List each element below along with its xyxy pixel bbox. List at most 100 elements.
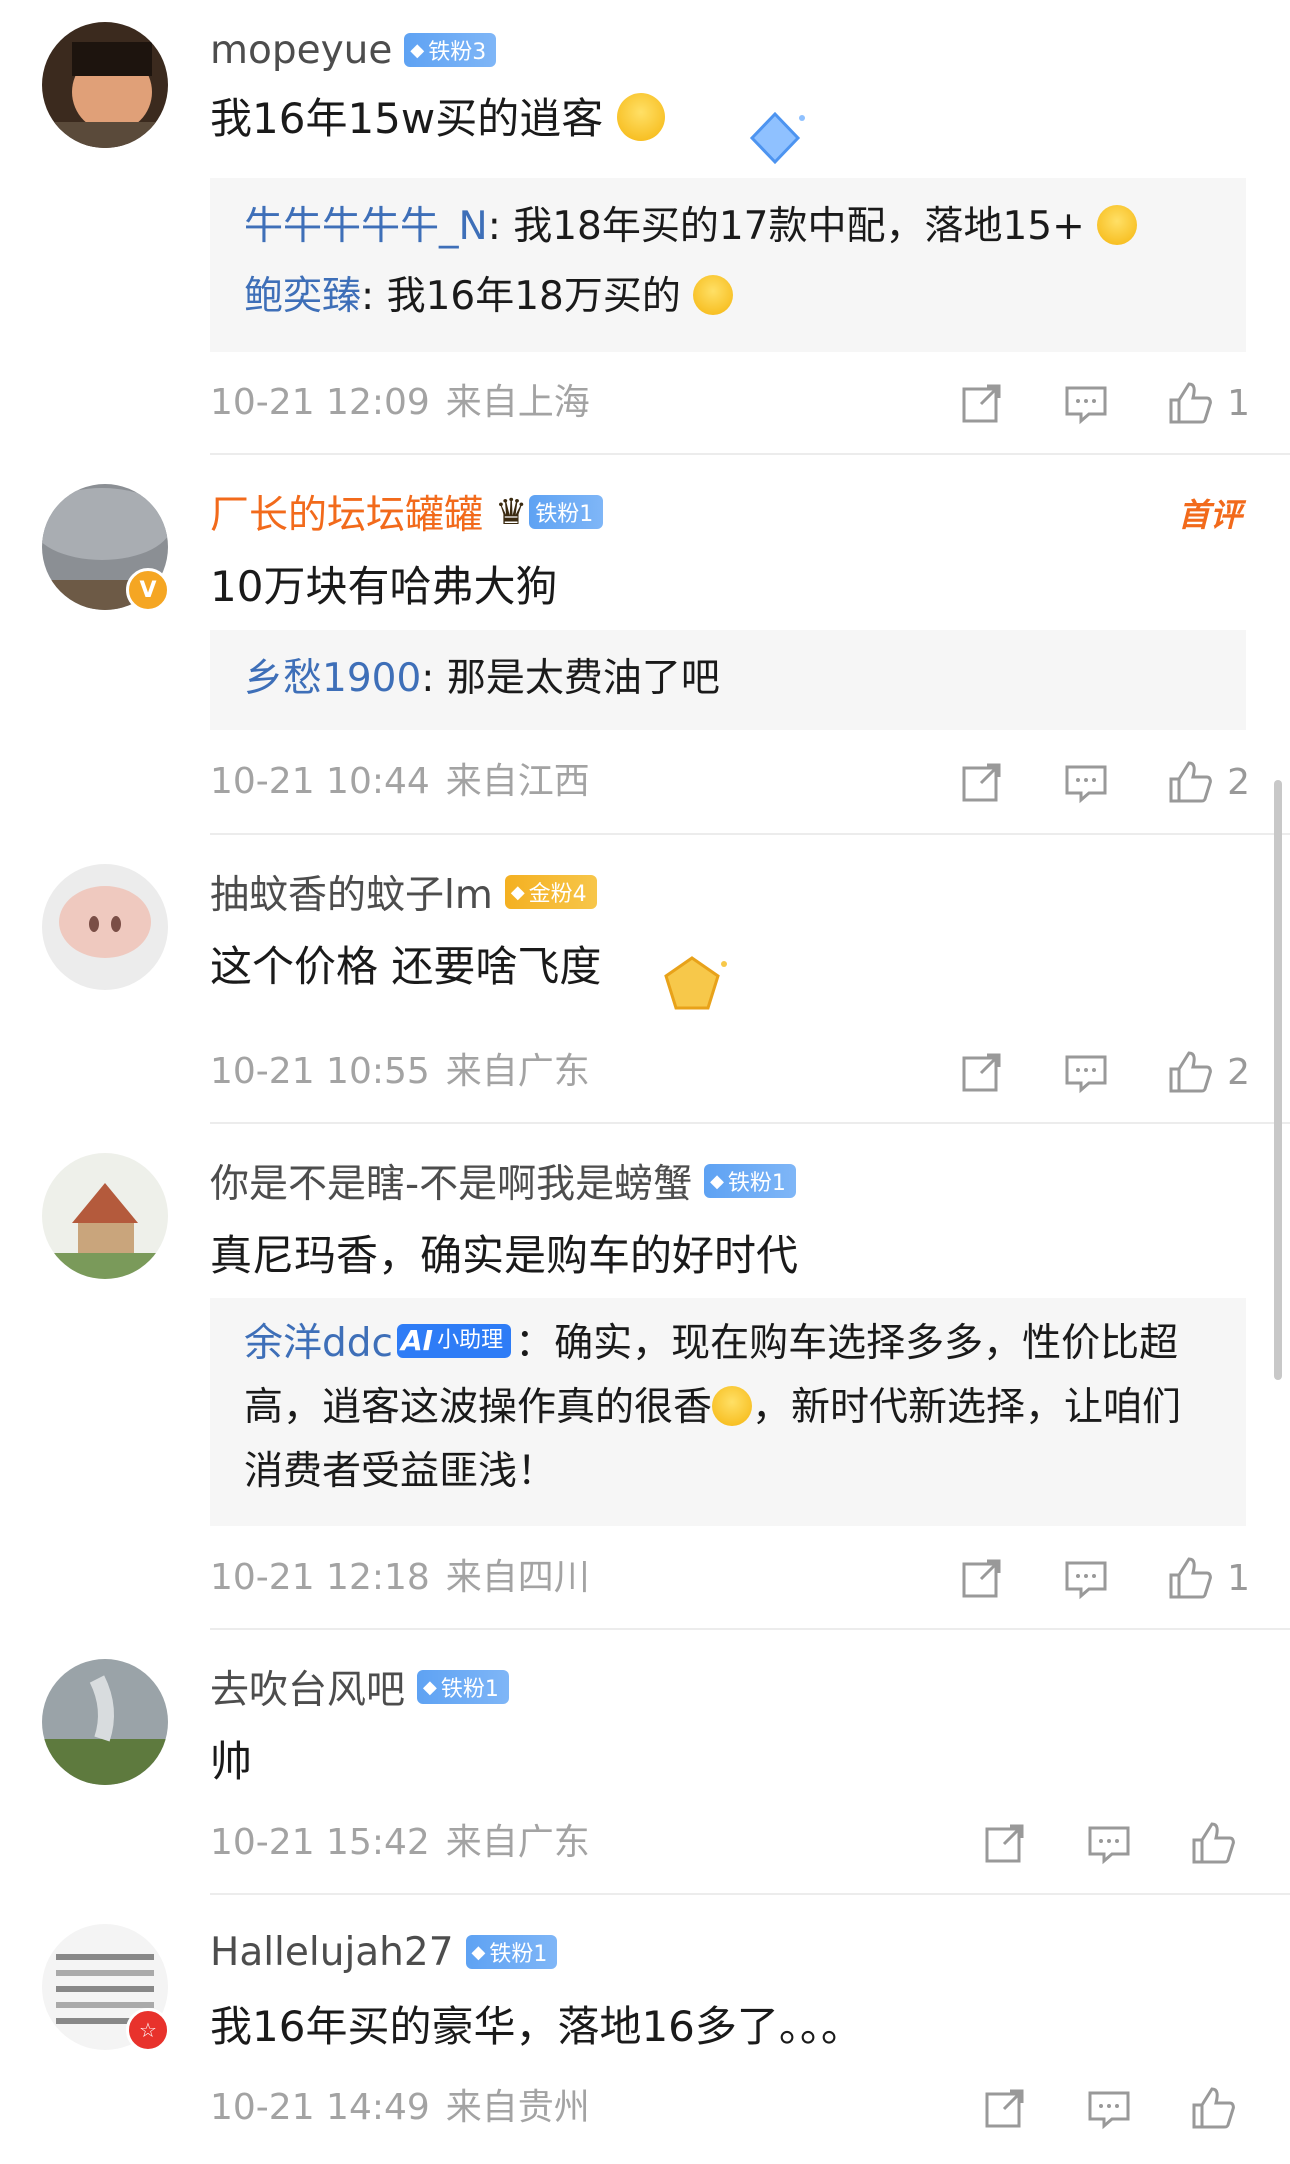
reply-username[interactable]: 乡愁1900	[244, 656, 421, 701]
like-icon	[1169, 382, 1212, 424]
reply-item[interactable]: 乡愁1900: 那是太费油了吧	[244, 644, 1212, 714]
share-button[interactable]	[982, 2085, 1028, 2131]
comment-meta: 10-21 12:09 来自上海	[210, 378, 590, 428]
badge-label: 铁粉3	[428, 40, 487, 65]
avatar[interactable]	[42, 22, 168, 148]
action-bar: 2	[901, 1047, 1250, 1097]
avatar[interactable]: ☆	[42, 1924, 170, 2052]
comment-icon	[1065, 386, 1107, 425]
like-button[interactable]: 1	[1167, 1555, 1250, 1601]
star-badge-icon: ☆	[126, 2008, 170, 2052]
avatar-image	[42, 864, 168, 990]
divider	[210, 833, 1290, 835]
like-button[interactable]	[1190, 1820, 1250, 1866]
comment-meta: 10-21 14:49 来自贵州	[210, 2083, 590, 2133]
comment-text: 我16年15w买的逍客	[210, 85, 665, 146]
fan-badge: ◆ 铁粉1	[417, 1670, 509, 1704]
reply-item[interactable]: 余洋ddc AI 小助理 ：确实，现在购车选择多多，性价比超高，逍客这波操作真的很香，…	[244, 1312, 1212, 1504]
reply-box[interactable]: 牛牛牛牛牛_N: 我18年买的17款中配，落地15+ 鲍奕臻: 我16年18万买…	[210, 178, 1246, 352]
like-icon	[1169, 1557, 1212, 1599]
reply-username[interactable]: 牛牛牛牛牛_N	[244, 204, 488, 249]
reply-item[interactable]: 牛牛牛牛牛_N: 我18年买的17款中配，落地15+	[244, 192, 1212, 262]
divider	[210, 1122, 1290, 1124]
name-row: 你是不是瞎-不是啊我是螃蟹 ◆ 铁粉1	[210, 1151, 796, 1211]
fan-badge: ◆ 金粉4	[504, 875, 597, 909]
ai-tag-label: 小助理	[437, 1328, 504, 1353]
comment-button[interactable]	[1063, 1555, 1109, 1601]
reply-username[interactable]: 余洋ddc	[244, 1321, 393, 1366]
reply-item[interactable]: 鲍奕臻: 我16年18万买的	[244, 262, 1212, 332]
share-icon	[962, 384, 1001, 423]
diamond-icon: ◆	[423, 1676, 437, 1698]
username[interactable]: mopeyue	[210, 28, 392, 73]
reply-text: 我18年买的17款中配，落地15+	[513, 204, 1085, 249]
comment-body: 真尼玛香，确实是购车的好时代	[210, 1231, 799, 1280]
comment-meta: 10-21 10:55 来自广东	[210, 1047, 590, 1097]
username[interactable]: Hallelujah27	[210, 1930, 454, 1975]
fan-badge: ◆ 铁粉1	[465, 1935, 558, 1969]
fan-badge: 铁粉1	[529, 495, 604, 529]
avatar[interactable]	[42, 1659, 168, 1785]
scrollbar[interactable]	[1274, 780, 1282, 1380]
first-comment-badge: 首评	[1177, 496, 1242, 534]
share-icon	[985, 1824, 1024, 1863]
comment-icon	[1065, 1055, 1107, 1094]
share-button[interactable]	[959, 1555, 1005, 1601]
like-button[interactable]: 1	[1167, 380, 1250, 426]
like-count: 2	[1227, 1051, 1250, 1093]
comment-button[interactable]	[1086, 1820, 1132, 1866]
like-button[interactable]	[1190, 2085, 1250, 2131]
comment-button[interactable]	[1063, 1049, 1109, 1095]
avatar[interactable]: V	[42, 484, 170, 612]
username[interactable]: 抽蚊香的蚊子lm	[210, 864, 493, 920]
badge-label: 金粉4	[528, 882, 587, 907]
like-button[interactable]: 2	[1167, 759, 1250, 805]
action-bar	[924, 1818, 1250, 1868]
reply-box[interactable]: 乡愁1900: 那是太费油了吧	[210, 630, 1246, 730]
diamond-icon: ◆	[471, 1941, 486, 1963]
name-row: 抽蚊香的蚊子lm ◆ 金粉4	[210, 862, 597, 922]
share-button[interactable]	[982, 1820, 1028, 1866]
avatar[interactable]	[42, 864, 168, 990]
divider	[210, 1628, 1290, 1630]
comment-date: 10-21 12:09	[210, 382, 430, 423]
username[interactable]: 去吹台风吧	[210, 1659, 405, 1715]
comment-body: 这个价格 还要啥飞度	[210, 942, 602, 991]
comment-body: 我16年买的豪华，落地16多了。。。	[210, 2002, 863, 2051]
share-button[interactable]	[959, 1049, 1005, 1095]
name-row: 去吹台风吧 ◆ 铁粉1	[210, 1657, 509, 1717]
share-button[interactable]	[959, 759, 1005, 805]
share-icon	[962, 763, 1001, 802]
comment-button[interactable]	[1063, 380, 1109, 426]
diamond-icon: ◆	[410, 39, 425, 61]
username[interactable]: 厂长的坛坛罐罐	[210, 484, 483, 540]
diamond-sparkle-icon	[749, 111, 805, 165]
comment-button[interactable]	[1086, 2085, 1132, 2131]
comment-text: 这个价格 还要啥飞度	[210, 933, 601, 994]
reply-text: 那是太费油了吧	[446, 656, 720, 701]
comment-date: 10-21 10:44	[210, 761, 430, 802]
like-count: 1	[1227, 382, 1250, 424]
comment-body: 我16年15w买的逍客	[210, 94, 604, 143]
share-icon	[962, 1053, 1001, 1092]
comment-text: 10万块有哈弗大狗	[210, 553, 557, 614]
comment-icon	[1065, 765, 1107, 804]
ai-icon: AI	[400, 1324, 434, 1357]
like-icon	[1169, 1051, 1212, 1093]
comment-location: 来自广东	[445, 1822, 590, 1863]
like-icon	[1169, 761, 1212, 803]
comment-body: 10万块有哈弗大狗	[210, 562, 558, 611]
action-bar: 2	[901, 757, 1250, 807]
comment-text: 真尼玛香，确实是购车的好时代	[210, 1222, 798, 1283]
comment-icon	[1088, 1826, 1130, 1865]
avatar[interactable]	[42, 1153, 168, 1279]
comment-button[interactable]	[1063, 759, 1109, 805]
badge-label: 铁粉1	[535, 502, 594, 527]
share-button[interactable]	[959, 380, 1005, 426]
reply-username[interactable]: 鲍奕臻	[244, 274, 361, 319]
action-bar: 1	[901, 378, 1250, 428]
reply-box[interactable]: 余洋ddc AI 小助理 ：确实，现在购车选择多多，性价比超高，逍客这波操作真的很香，…	[210, 1298, 1246, 1526]
like-button[interactable]: 2	[1167, 1049, 1250, 1095]
username[interactable]: 你是不是瞎-不是啊我是螃蟹	[210, 1153, 692, 1209]
share-icon	[962, 1559, 1001, 1598]
